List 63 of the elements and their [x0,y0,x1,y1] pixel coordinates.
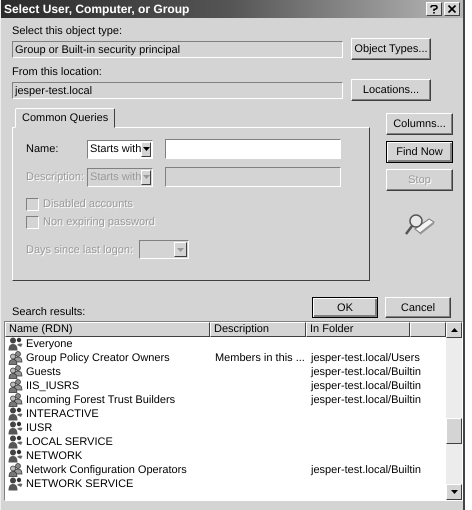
column-header[interactable]: Name (RDN) [5,322,210,337]
users-icon [8,407,24,421]
group-icon [8,379,24,393]
result-folder: jesper-test.local/Builtin [311,380,422,392]
result-folder: jesper-test.local/Builtin [311,366,422,378]
help-button[interactable] [426,2,442,16]
object-type-field: Group or Built-in security principal [12,40,343,58]
ok-button[interactable]: OK [312,297,378,318]
result-name[interactable]: INTERACTIVE [26,408,99,420]
locations-button[interactable]: Locations... [351,79,431,101]
location-field: jesper-test.local [12,82,343,98]
scroll-down-button[interactable] [446,484,462,500]
scroll-thumb[interactable] [446,418,462,444]
users-icon [8,449,24,463]
close-icon [448,5,456,13]
result-name[interactable]: Incoming Forest Trust Builders [26,394,176,406]
name-label: Name: [26,143,60,155]
result-name[interactable]: Network Configuration Operators [26,464,187,476]
result-folder: jesper-test.local/Builtin [311,394,422,406]
scroll-up-button[interactable] [446,322,462,338]
help-icon [430,4,438,14]
result-folder: jesper-test.local/Builtin [311,464,422,476]
users-icon [8,477,24,491]
result-name[interactable]: NETWORK SERVICE [26,478,134,490]
columns-button[interactable]: Columns... [386,113,453,135]
find-now-button[interactable]: Find Now [386,141,453,163]
column-header[interactable]: In Folder [306,322,410,337]
group-icon [8,463,24,477]
description-label: Description: [26,171,86,183]
object-types-button[interactable]: Object Types... [351,38,431,60]
result-name[interactable]: IIS_IUSRS [26,380,80,392]
search-results-label: Search results: [12,306,86,318]
result-name[interactable]: Group Policy Creator Owners [26,352,170,364]
result-description: Members in this ... [215,352,305,364]
result-folder: jesper-test.local/Users [311,352,420,364]
result-name[interactable]: NETWORK [26,450,82,462]
column-header[interactable]: Description [210,322,306,337]
checkbox-label: Non expiring password [43,216,155,228]
scrollbar[interactable] [446,322,462,500]
location-label: From this location: [12,66,103,78]
result-name[interactable]: Guests [26,366,61,378]
days-since-logon-label: Days since last logon: [26,244,133,256]
group-icon [8,365,24,379]
users-icon [8,337,24,351]
group-icon [8,393,24,407]
down-arrow-icon [450,490,458,494]
result-name[interactable]: IUSR [26,422,52,434]
group-icon [8,351,24,365]
name-mode-dropdown[interactable]: Starts with [87,140,153,158]
checkbox-label: Disabled accounts [43,198,133,210]
cancel-button[interactable]: Cancel [385,297,451,318]
users-icon [8,421,24,435]
common-queries-tab[interactable]: Common Queries [15,108,116,128]
result-name[interactable]: Everyone [26,338,72,350]
close-button[interactable] [444,2,460,16]
result-name[interactable]: LOCAL SERVICE [26,436,113,448]
window-title: Select User, Computer, or Group [4,2,190,16]
object-type-label: Select this object type: [12,25,124,37]
name-input[interactable] [165,139,341,159]
up-arrow-icon [450,328,458,332]
users-icon [8,435,24,449]
search-icon [404,213,434,237]
days-dropdown[interactable] [139,240,189,259]
